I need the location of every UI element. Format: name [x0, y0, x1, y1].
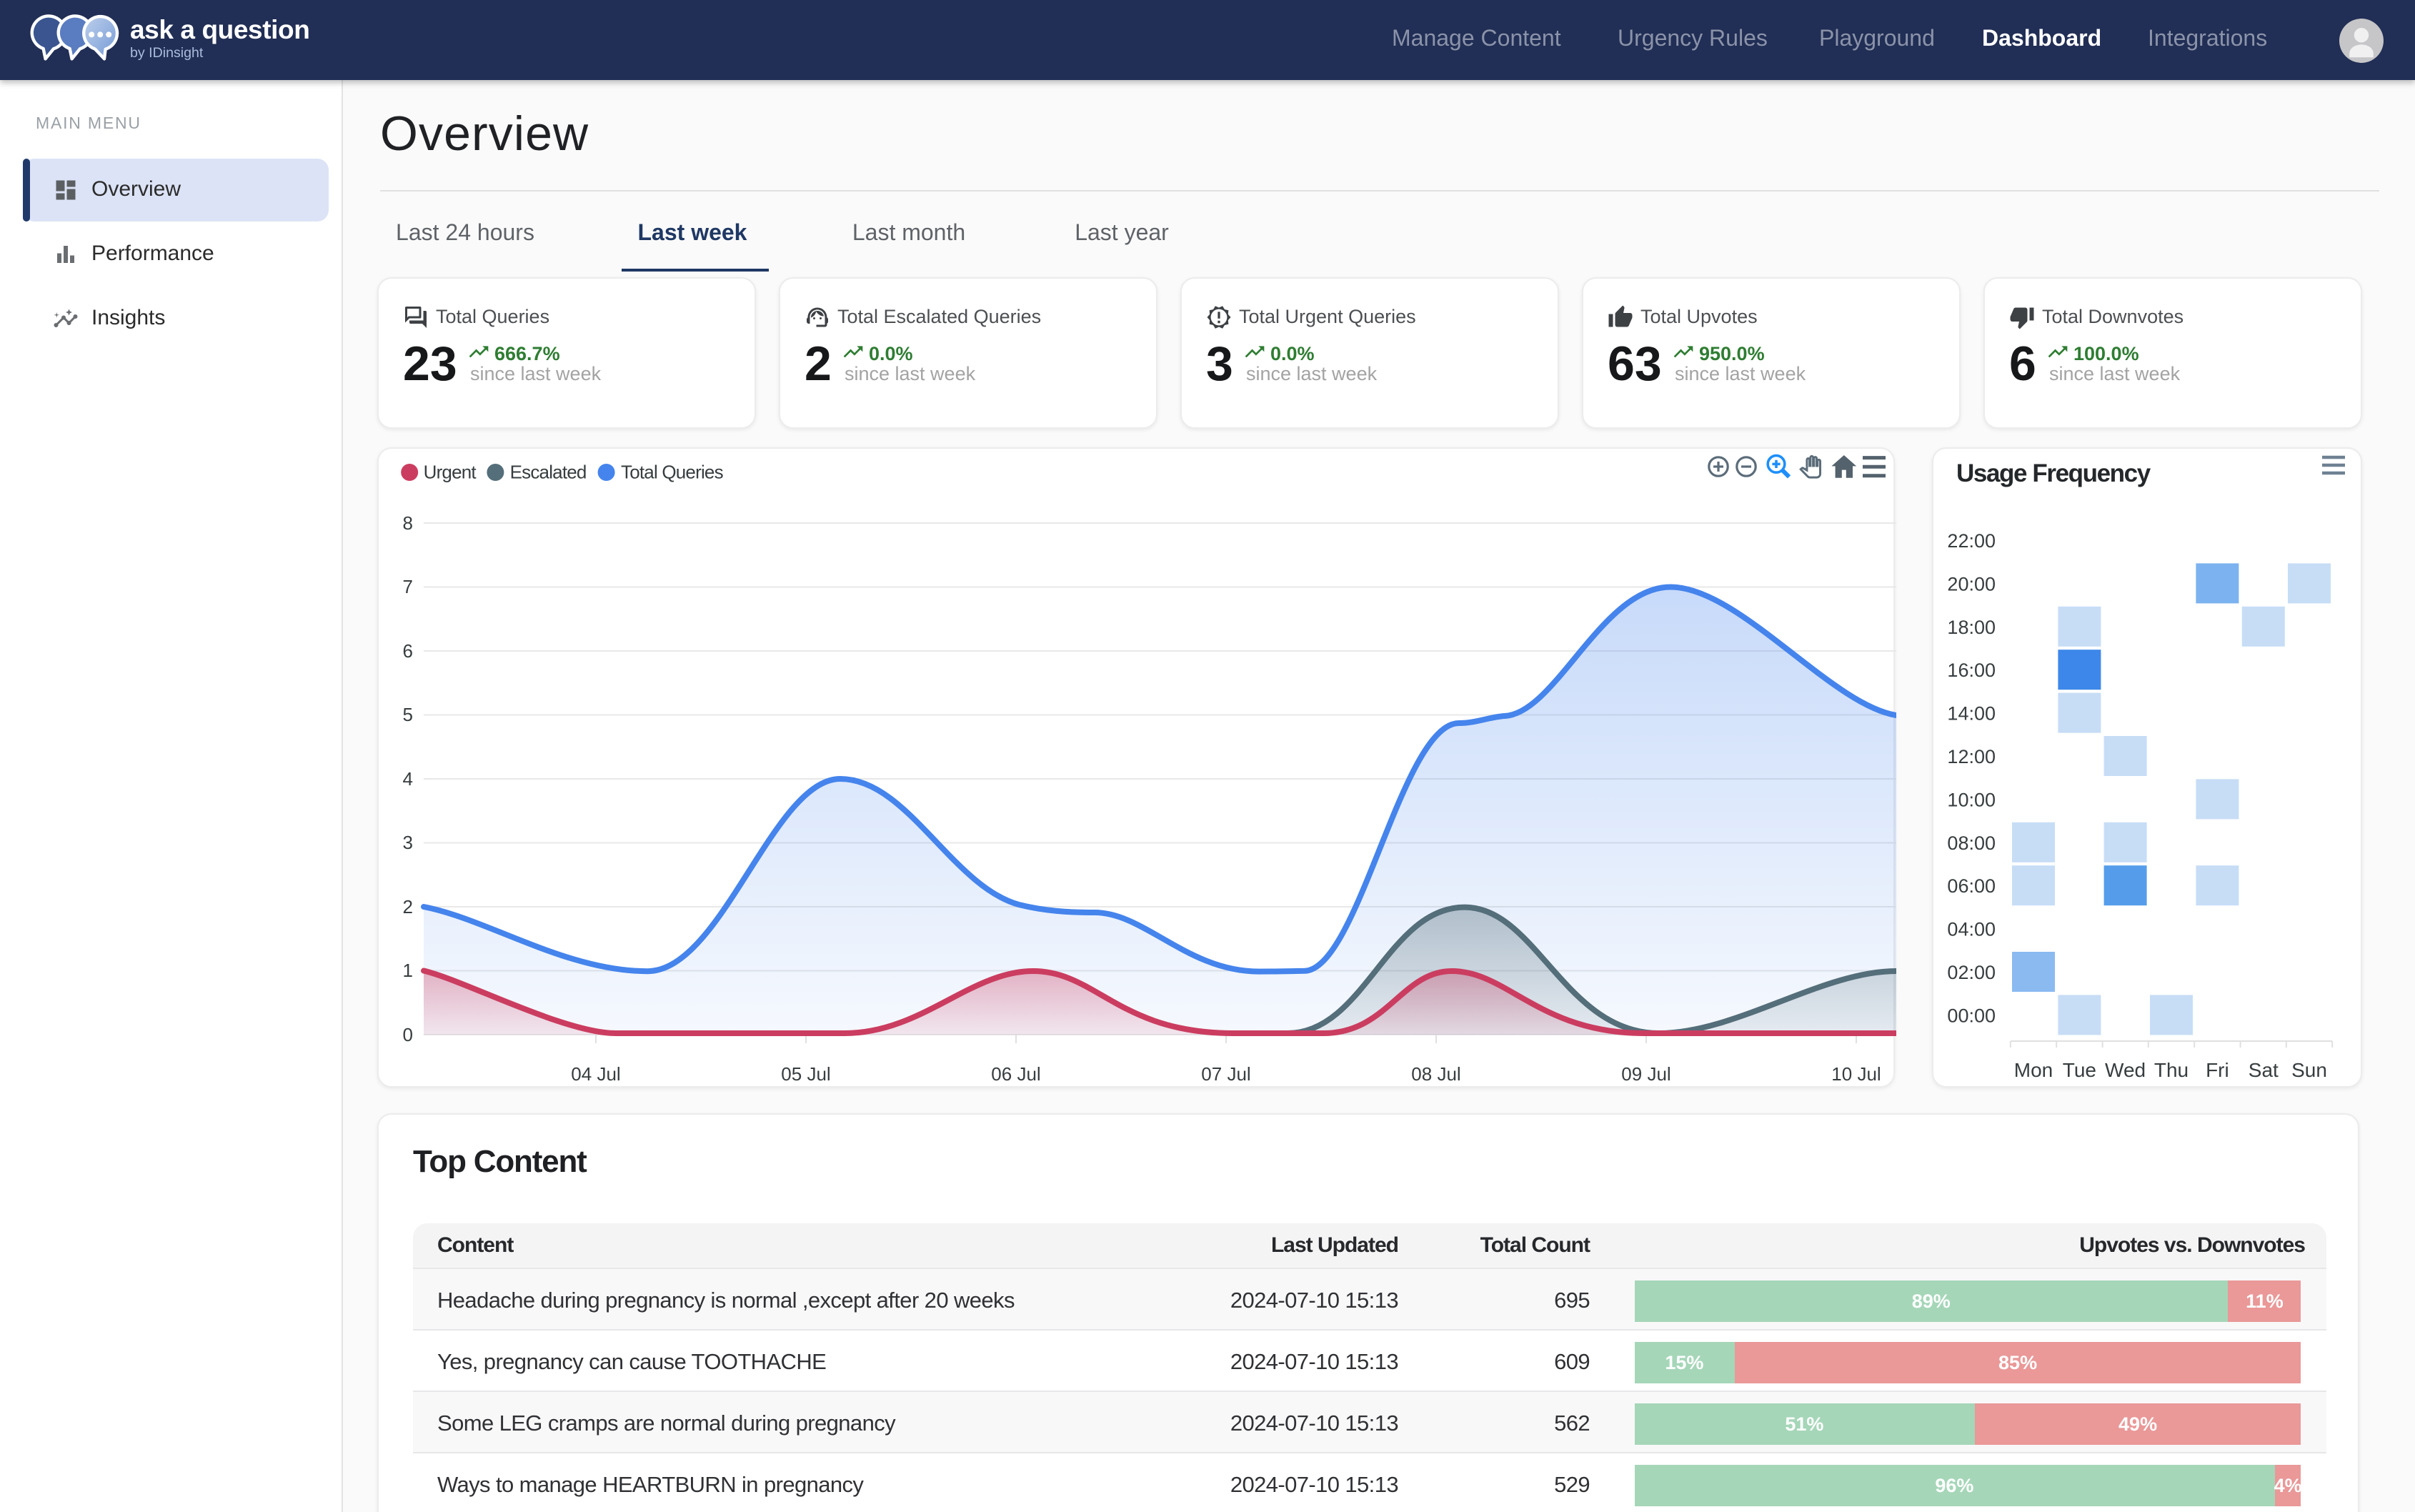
svg-text:3: 3: [403, 832, 413, 853]
svg-text:09 Jul: 09 Jul: [1621, 1063, 1670, 1085]
svg-text:07 Jul: 07 Jul: [1201, 1063, 1250, 1085]
svg-text:Wed: Wed: [2105, 1059, 2146, 1081]
svg-text:6: 6: [403, 640, 413, 662]
svg-text:Urgent: Urgent: [424, 462, 477, 483]
svg-text:12:00: 12:00: [1947, 746, 1996, 767]
svg-text:00:00: 00:00: [1947, 1005, 1996, 1026]
svg-text:16:00: 16:00: [1947, 660, 1996, 681]
svg-text:18:00: 18:00: [1947, 617, 1996, 638]
svg-text:8: 8: [403, 512, 413, 534]
svg-text:10:00: 10:00: [1947, 789, 1996, 810]
svg-text:04 Jul: 04 Jul: [571, 1063, 620, 1085]
svg-text:10 Jul: 10 Jul: [1831, 1063, 1881, 1085]
svg-text:Thu: Thu: [2154, 1059, 2189, 1081]
svg-text:1: 1: [403, 960, 413, 981]
svg-text:4: 4: [403, 768, 413, 790]
svg-text:05 Jul: 05 Jul: [781, 1063, 830, 1085]
svg-text:14:00: 14:00: [1947, 703, 1996, 725]
svg-text:20:00: 20:00: [1947, 573, 1996, 595]
svg-text:0: 0: [403, 1024, 413, 1045]
svg-text:08:00: 08:00: [1947, 832, 1996, 854]
svg-text:08 Jul: 08 Jul: [1411, 1063, 1460, 1085]
svg-text:Total Queries: Total Queries: [621, 462, 724, 483]
svg-text:04:00: 04:00: [1947, 919, 1996, 940]
svg-text:06 Jul: 06 Jul: [991, 1063, 1040, 1085]
svg-text:Sun: Sun: [2291, 1059, 2327, 1081]
svg-text:22:00: 22:00: [1947, 530, 1996, 552]
svg-text:Sat: Sat: [2249, 1059, 2279, 1081]
svg-text:5: 5: [403, 704, 413, 725]
svg-text:7: 7: [403, 576, 413, 597]
svg-text:06:00: 06:00: [1947, 875, 1996, 897]
svg-text:02:00: 02:00: [1947, 962, 1996, 983]
svg-text:Mon: Mon: [2014, 1059, 2053, 1081]
svg-text:2: 2: [403, 896, 413, 917]
svg-text:Tue: Tue: [2063, 1059, 2096, 1081]
svg-text:Fri: Fri: [2206, 1059, 2229, 1081]
svg-text:Escalated: Escalated: [510, 462, 587, 483]
